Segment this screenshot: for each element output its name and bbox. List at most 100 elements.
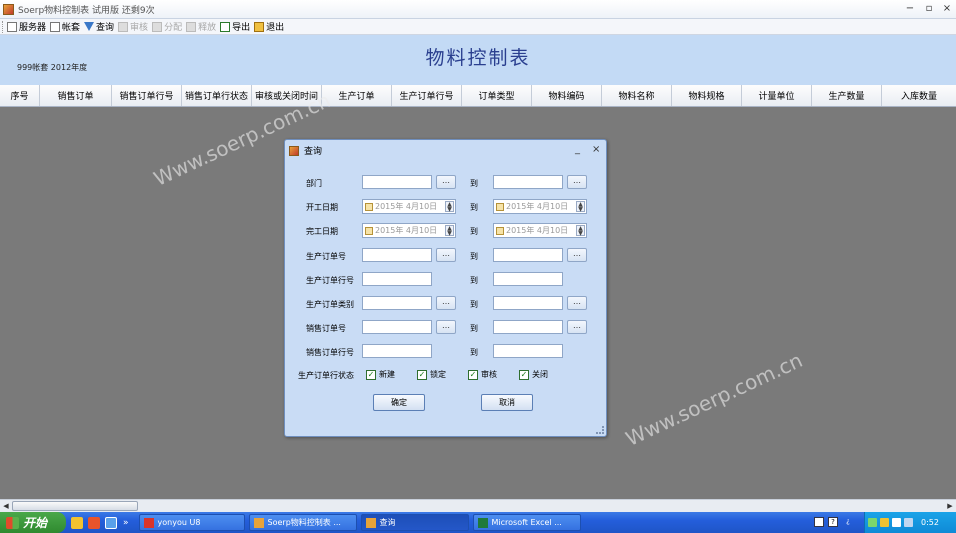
- date-spin-icon[interactable]: ▲ ▼: [445, 225, 454, 237]
- department-to-browse-button[interactable]: …: [567, 175, 587, 189]
- date-spin-icon[interactable]: ▲ ▼: [576, 225, 585, 237]
- quicklaunch-more-icon[interactable]: »: [123, 518, 129, 528]
- toolbar-grip[interactable]: [2, 20, 5, 33]
- scroll-thumb[interactable]: [12, 501, 138, 511]
- start-button[interactable]: 开始: [0, 512, 66, 533]
- sales-order-no-to-input[interactable]: [493, 320, 563, 334]
- column-header[interactable]: 生产订单: [322, 85, 392, 106]
- export-button[interactable]: 导出: [220, 20, 250, 33]
- prod-order-line-from-input[interactable]: [362, 272, 432, 286]
- column-header[interactable]: 物料名称: [602, 85, 672, 106]
- task-u8[interactable]: yonyou U8: [138, 514, 245, 531]
- exit-button[interactable]: 退出: [254, 20, 284, 33]
- column-header[interactable]: 生产订单行号: [392, 85, 462, 106]
- column-header[interactable]: 销售订单行状态: [182, 85, 252, 106]
- query-dialog: 查询 _ × 部门 … 到 … 开工日期 2015年 4月10日 ▲ ▼ 到 20…: [284, 139, 607, 437]
- ok-button[interactable]: 确定: [373, 394, 425, 411]
- prod-order-type-from-browse-button[interactable]: …: [436, 296, 456, 310]
- assign-button[interactable]: 分配: [152, 20, 182, 33]
- date-spin-icon[interactable]: ▲ ▼: [445, 201, 454, 213]
- query-button[interactable]: 查询: [84, 20, 114, 33]
- start-date-label: 开工日期: [306, 203, 338, 212]
- header-band: 物料控制表 999帐套 2012年度: [0, 35, 956, 85]
- clock[interactable]: 0:52: [921, 518, 939, 527]
- finish-date-to-checkbox[interactable]: [496, 226, 504, 235]
- prod-order-no-to-browse-button[interactable]: …: [567, 248, 587, 262]
- task-excel[interactable]: Microsoft Excel ...: [472, 514, 581, 531]
- prod-order-no-to-input[interactable]: [493, 248, 563, 262]
- column-header[interactable]: 生产数量: [812, 85, 882, 106]
- tray-app-icon[interactable]: [880, 518, 889, 527]
- date-spin-icon[interactable]: ▲ ▼: [576, 201, 585, 213]
- account-set-button[interactable]: 帐套: [50, 20, 80, 33]
- column-header[interactable]: 物料规格: [672, 85, 742, 106]
- start-date-from-checkbox[interactable]: [365, 202, 373, 211]
- column-header[interactable]: 审核或关闭时间: [252, 85, 322, 106]
- to-label: 到: [470, 203, 478, 212]
- task-label: 查询: [379, 518, 396, 527]
- keyboard-icon[interactable]: [814, 517, 824, 527]
- resize-grip[interactable]: [596, 426, 604, 434]
- start-date-to-picker[interactable]: 2015年 4月10日 ▲ ▼: [493, 199, 587, 214]
- column-header[interactable]: 计量单位: [742, 85, 812, 106]
- help-icon[interactable]: ?: [828, 517, 838, 527]
- dialog-titlebar[interactable]: 查询: [285, 140, 606, 161]
- quicklaunch-icon[interactable]: [71, 516, 83, 529]
- prod-order-line-to-input[interactable]: [493, 272, 563, 286]
- dialog-minimize-button[interactable]: _: [575, 144, 580, 155]
- finish-date-from-checkbox[interactable]: [365, 226, 373, 235]
- tray-network-icon[interactable]: [868, 518, 877, 527]
- column-header[interactable]: 销售订单: [40, 85, 112, 106]
- to-label: 到: [470, 252, 478, 261]
- sales-order-line-to-input[interactable]: [493, 344, 563, 358]
- minimize-button[interactable]: −: [903, 3, 917, 15]
- quicklaunch-icon[interactable]: [105, 516, 117, 529]
- status-locked-label: 锁定: [430, 370, 446, 379]
- document-icon: [50, 21, 61, 32]
- to-label: 到: [470, 179, 478, 188]
- prod-order-no-from-input[interactable]: [362, 248, 432, 262]
- prod-order-type-from-input[interactable]: [362, 296, 432, 310]
- finish-date-from-picker[interactable]: 2015年 4月10日 ▲ ▼: [362, 223, 456, 238]
- status-approved-checkbox[interactable]: ✓ 审核: [468, 369, 497, 380]
- column-header[interactable]: 序号: [0, 85, 40, 106]
- task-query[interactable]: 查询: [360, 514, 469, 531]
- start-date-from-picker[interactable]: 2015年 4月10日 ▲ ▼: [362, 199, 456, 214]
- quicklaunch-icon[interactable]: [88, 516, 100, 529]
- tray-volume-icon[interactable]: [892, 518, 901, 527]
- soerp-icon: [253, 517, 264, 528]
- scroll-left-icon[interactable]: ◀: [0, 500, 12, 512]
- start-date-to-checkbox[interactable]: [496, 202, 504, 211]
- status-locked-checkbox[interactable]: ✓ 锁定: [417, 369, 446, 380]
- column-header[interactable]: 订单类型: [462, 85, 532, 106]
- department-from-input[interactable]: [362, 175, 432, 189]
- department-to-input[interactable]: [493, 175, 563, 189]
- finish-date-to-picker[interactable]: 2015年 4月10日 ▲ ▼: [493, 223, 587, 238]
- cancel-button[interactable]: 取消: [481, 394, 533, 411]
- restore-button[interactable]: ▫: [922, 3, 936, 15]
- prod-order-no-from-browse-button[interactable]: …: [436, 248, 456, 262]
- status-new-checkbox[interactable]: ✓ 新建: [366, 369, 395, 380]
- sales-order-no-to-browse-button[interactable]: …: [567, 320, 587, 334]
- task-soerp[interactable]: Soerp物料控制表 ...: [248, 514, 357, 531]
- horizontal-scrollbar[interactable]: ◀ ▶: [0, 499, 956, 512]
- finish-date-from-value: 2015年 4月10日: [375, 226, 438, 235]
- sales-order-no-from-browse-button[interactable]: …: [436, 320, 456, 334]
- server-button[interactable]: 服务器: [7, 20, 46, 33]
- dialog-close-button[interactable]: ×: [592, 144, 600, 155]
- prod-order-type-to-browse-button[interactable]: …: [567, 296, 587, 310]
- column-header[interactable]: 入库数量: [882, 85, 956, 106]
- status-closed-checkbox[interactable]: ✓ 关闭: [519, 369, 548, 380]
- column-header[interactable]: 物料编码: [532, 85, 602, 106]
- release-button[interactable]: 释放: [186, 20, 216, 33]
- close-button[interactable]: ×: [940, 3, 954, 15]
- approve-button[interactable]: 审核: [118, 20, 148, 33]
- prod-order-type-to-input[interactable]: [493, 296, 563, 310]
- scroll-right-icon[interactable]: ▶: [944, 500, 956, 512]
- department-from-browse-button[interactable]: …: [436, 175, 456, 189]
- column-header[interactable]: 销售订单行号: [112, 85, 182, 106]
- sales-order-no-from-input[interactable]: [362, 320, 432, 334]
- tray-input-icon[interactable]: [904, 518, 913, 527]
- sales-order-line-from-input[interactable]: [362, 344, 432, 358]
- tray-arrow-icon[interactable]: ¿: [843, 517, 853, 527]
